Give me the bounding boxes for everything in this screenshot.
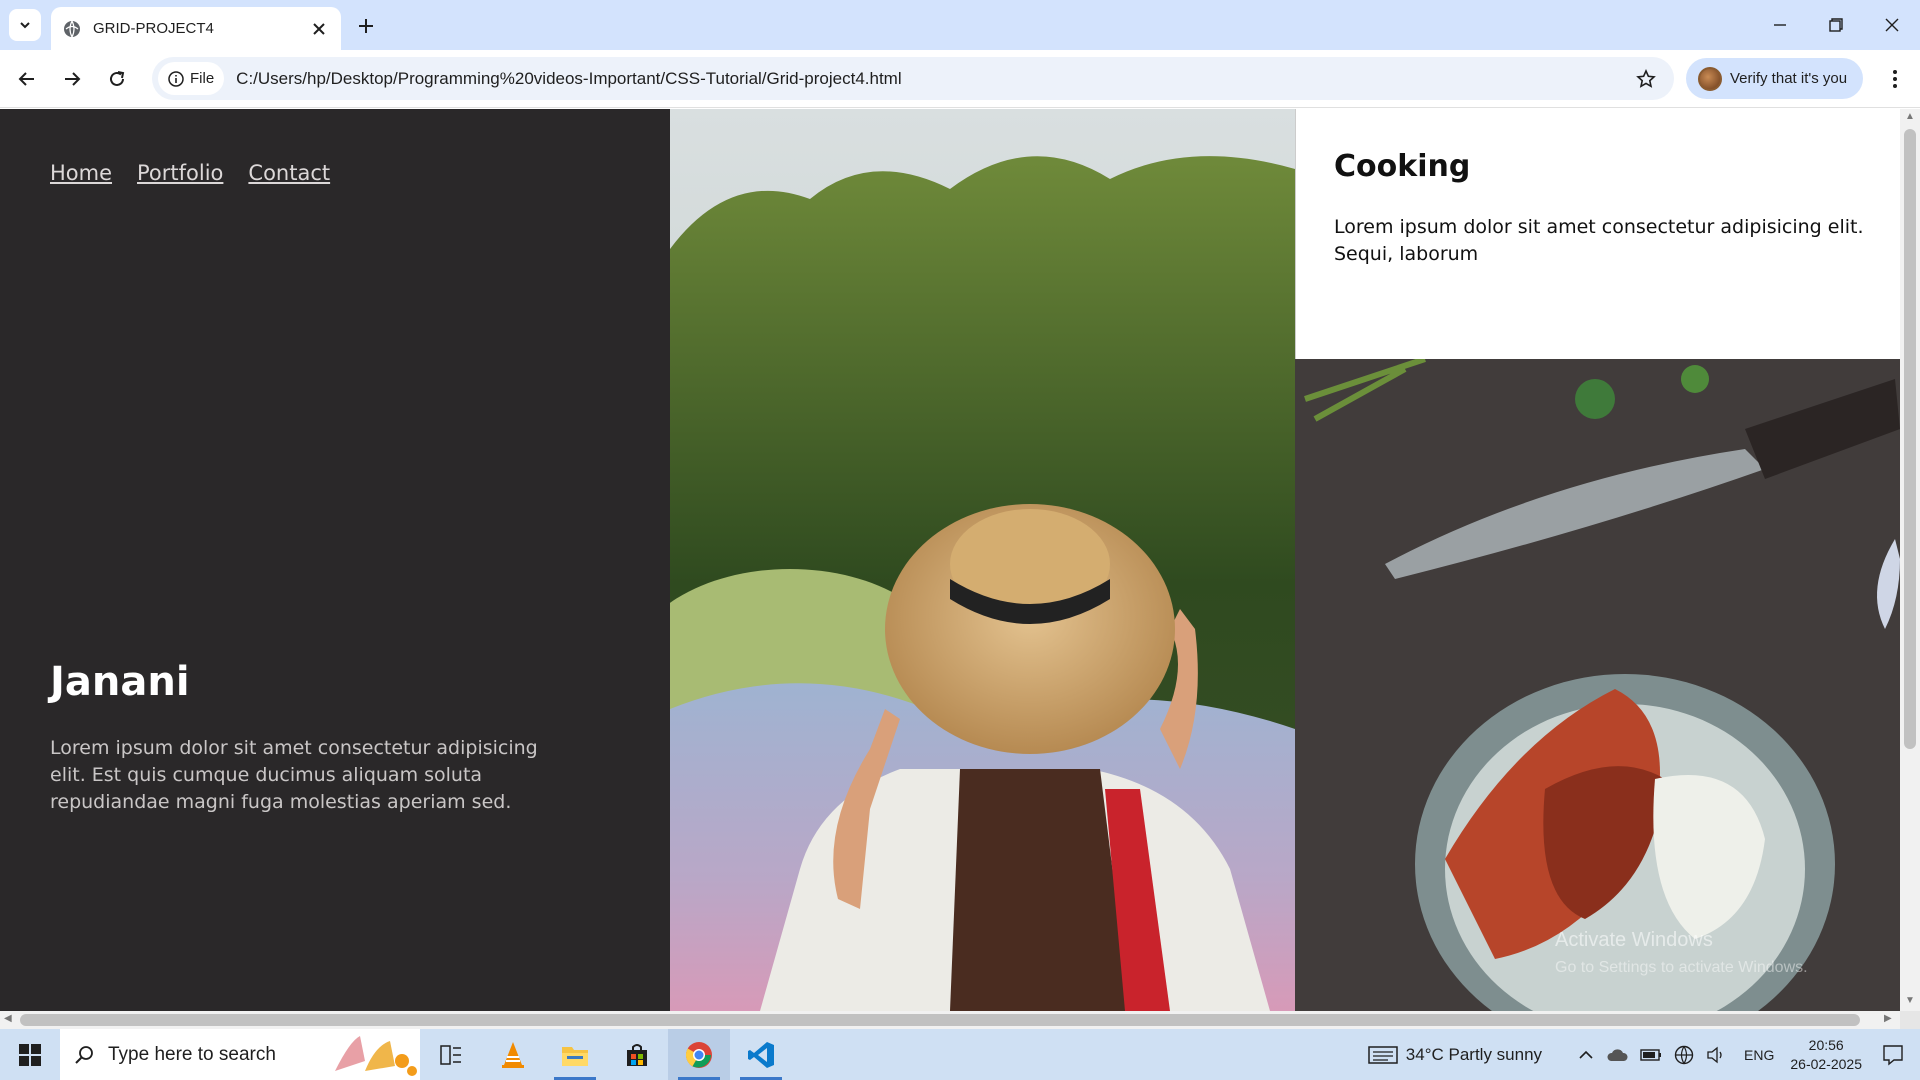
clock-button[interactable]: 20:56 26-02-2025	[1790, 1036, 1862, 1074]
card-description: Lorem ipsum dolor sit amet consectetur a…	[1334, 216, 1864, 265]
weather-text: 34°C Partly sunny	[1405, 1044, 1543, 1064]
vlc-icon	[502, 1041, 524, 1068]
site-info-chip[interactable]: File	[158, 62, 225, 95]
input-language-button[interactable]: ENG	[1744, 1047, 1774, 1063]
show-hidden-icons-button[interactable]	[1578, 1050, 1594, 1060]
nav-link-contact[interactable]: Contact	[248, 161, 330, 185]
url-text[interactable]: C:/Users/hp/Desktop/Programming%20videos…	[236, 69, 1626, 89]
search-placeholder: Type here to search	[108, 1043, 276, 1065]
scrollbar-corner	[1900, 1011, 1920, 1029]
volume-tray-icon[interactable]	[1706, 1046, 1726, 1064]
activate-windows-subtitle: Go to Settings to activate Windows.	[1555, 959, 1808, 976]
minimize-button[interactable]	[1752, 0, 1808, 50]
address-bar[interactable]: File C:/Users/hp/Desktop/Programming%20v…	[152, 57, 1674, 100]
hero-title: Janani	[50, 659, 190, 705]
notification-icon	[1883, 1044, 1903, 1065]
scroll-down-icon[interactable]: ▼	[1905, 995, 1915, 1006]
woman-with-hat-image	[670, 109, 1295, 1011]
browser-menu-button[interactable]	[1878, 62, 1912, 96]
search-icon	[75, 1045, 93, 1064]
bookmark-button[interactable]	[1626, 59, 1666, 99]
plus-icon	[359, 19, 373, 33]
close-icon[interactable]	[309, 19, 329, 39]
horizontal-scroll-thumb[interactable]	[20, 1014, 1860, 1026]
task-view-icon	[440, 1044, 461, 1065]
network-tray-icon[interactable]	[1674, 1045, 1694, 1065]
vertical-scrollbar[interactable]: ▲ ▼	[1900, 109, 1920, 1011]
forward-button[interactable]	[55, 62, 89, 96]
more-vertical-icon	[1893, 70, 1897, 88]
chrome-taskbar-button[interactable]	[668, 1029, 730, 1080]
nav-link-home[interactable]: Home	[50, 161, 112, 185]
weather-widget[interactable]: 34°C Partly sunny	[1368, 1044, 1542, 1066]
main-nav: Home Portfolio Contact	[50, 161, 330, 185]
onedrive-tray-icon[interactable]	[1606, 1047, 1628, 1063]
clock-date: 26-02-2025	[1790, 1055, 1862, 1072]
file-explorer-taskbar-button[interactable]	[544, 1029, 606, 1080]
weather-icon	[1368, 1045, 1398, 1064]
horizontal-scrollbar[interactable]: ◀ ▶	[0, 1011, 1900, 1029]
arrow-left-icon	[18, 72, 34, 86]
close-icon	[1885, 18, 1899, 32]
reload-icon	[110, 71, 125, 86]
minimize-icon	[1774, 24, 1786, 26]
page-viewport: Home Portfolio Contact Janani Lorem ipsu…	[0, 109, 1900, 1011]
back-button[interactable]	[10, 62, 44, 96]
vscode-icon	[748, 1041, 774, 1068]
vscode-taskbar-button[interactable]	[730, 1029, 792, 1080]
info-icon	[168, 70, 184, 87]
close-window-button[interactable]	[1864, 0, 1920, 50]
start-button[interactable]	[0, 1029, 60, 1080]
taskbar-search-box[interactable]: Type here to search	[60, 1029, 420, 1080]
search-highlight-icon	[335, 1036, 417, 1076]
store-taskbar-button[interactable]	[606, 1029, 668, 1080]
scroll-up-icon[interactable]: ▲	[1905, 111, 1915, 122]
avatar	[1698, 66, 1722, 91]
verify-profile-button[interactable]: Verify that it's you	[1686, 58, 1864, 99]
clock-time: 20:56	[1808, 1036, 1844, 1053]
card-title: Cooking	[1334, 149, 1471, 184]
scroll-right-icon[interactable]: ▶	[1884, 1013, 1892, 1024]
arrow-right-icon	[65, 72, 81, 86]
tab-title: GRID-PROJECT4	[93, 20, 214, 37]
browser-toolbar: File C:/Users/hp/Desktop/Programming%20v…	[0, 50, 1920, 108]
windows-logo-icon	[19, 1043, 41, 1066]
tab-search-button[interactable]	[9, 9, 41, 41]
globe-icon	[1674, 1045, 1694, 1064]
hero-description: Lorem ipsum dolor sit amet consectetur a…	[50, 737, 538, 813]
vlc-taskbar-button[interactable]	[482, 1029, 544, 1080]
vertical-scroll-thumb[interactable]	[1904, 129, 1916, 749]
task-view-button[interactable]	[420, 1029, 482, 1080]
star-icon	[1636, 68, 1656, 88]
reload-button[interactable]	[100, 62, 134, 96]
restore-icon	[1829, 18, 1843, 32]
battery-icon	[1640, 1048, 1662, 1061]
windows-taskbar: Type here to search 34°C Partly sunny EN…	[0, 1029, 1920, 1080]
tab-grid-project4[interactable]: GRID-PROJECT4	[51, 7, 341, 50]
new-tab-button[interactable]	[352, 12, 380, 40]
tab-strip: GRID-PROJECT4	[0, 0, 1920, 50]
cloud-icon	[1607, 1048, 1628, 1061]
nav-link-portfolio[interactable]: Portfolio	[137, 161, 223, 185]
verify-label: Verify that it's you	[1730, 70, 1848, 87]
notifications-button[interactable]	[1882, 1044, 1904, 1066]
system-tray: 34°C Partly sunny ENG 20:56 26-02-2025	[1362, 1029, 1920, 1080]
store-icon	[627, 1043, 647, 1066]
battery-tray-icon[interactable]	[1640, 1048, 1662, 1061]
speaker-icon	[1707, 1046, 1722, 1063]
cooking-card: Cooking Lorem ipsum dolor sit amet conse…	[1295, 109, 1900, 359]
hero-panel: Home Portfolio Contact Janani Lorem ipsu…	[0, 109, 670, 1011]
restore-button[interactable]	[1808, 0, 1864, 50]
globe-icon	[64, 20, 80, 37]
folder-icon	[562, 1046, 588, 1066]
chevron-down-icon	[20, 22, 30, 29]
chrome-icon	[685, 1041, 712, 1068]
chevron-up-icon	[1579, 1050, 1593, 1059]
food-plate-image	[1295, 359, 1900, 1011]
scroll-left-icon[interactable]: ◀	[4, 1013, 12, 1024]
file-chip-label: File	[190, 70, 215, 87]
activate-windows-title: Activate Windows	[1555, 929, 1713, 951]
